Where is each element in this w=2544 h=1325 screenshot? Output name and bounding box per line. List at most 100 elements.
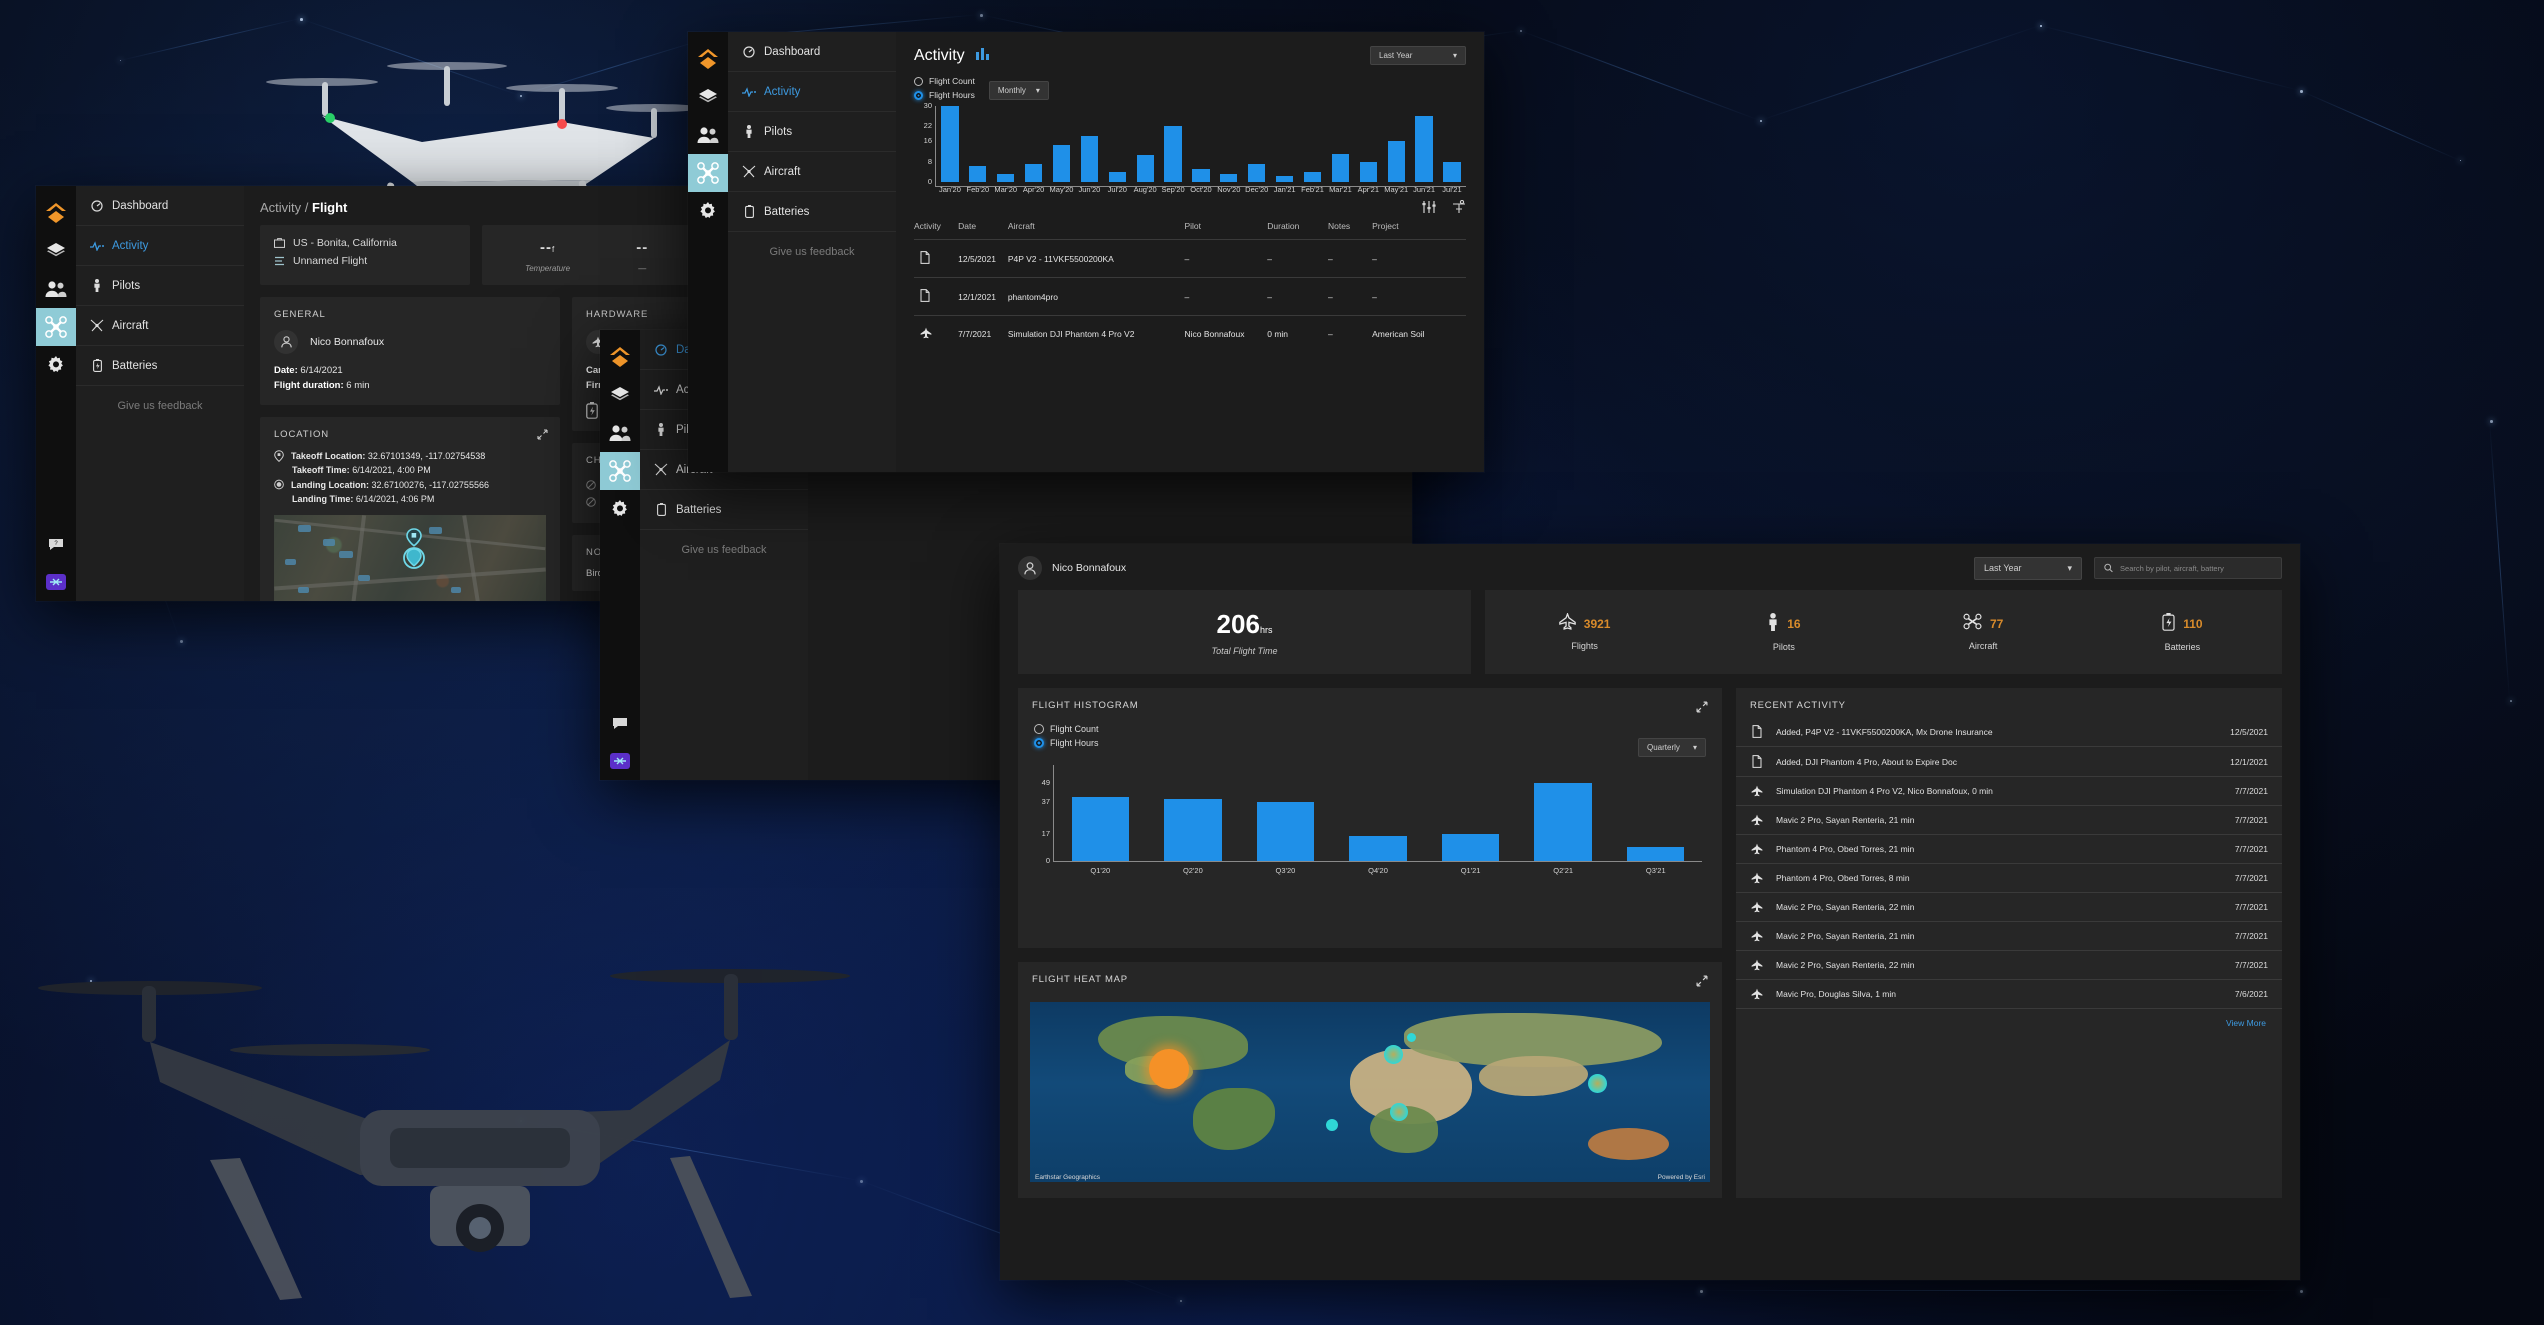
- rail-drone-app[interactable]: [600, 742, 640, 780]
- give-feedback-link[interactable]: Give us feedback: [640, 530, 808, 570]
- table-column-header[interactable]: Activity: [914, 221, 958, 240]
- sidebar-item-activity[interactable]: Activity: [76, 226, 244, 266]
- bar-slot[interactable]: [1326, 106, 1354, 182]
- give-feedback-link[interactable]: Give us feedback: [76, 386, 244, 426]
- bar-slot[interactable]: [1382, 106, 1410, 182]
- sidebar-item-batteries[interactable]: Batteries: [640, 490, 808, 530]
- rail-drone[interactable]: [600, 452, 640, 490]
- table-column-header[interactable]: Aircraft: [1008, 221, 1185, 240]
- rail-people[interactable]: [36, 270, 76, 308]
- radio-flight-hours[interactable]: Flight Hours: [1034, 738, 1099, 748]
- list-item[interactable]: Added, P4P V2 - 11VKF5500200KA, Mx Drone…: [1736, 717, 2282, 747]
- sidebar-item-dashboard[interactable]: Dashboard: [76, 186, 244, 226]
- table-column-header[interactable]: Duration: [1267, 221, 1328, 240]
- list-item[interactable]: Mavic Pro, Douglas Silva, 1 min7/6/2021: [1736, 980, 2282, 1009]
- flight-minimap[interactable]: Maxar Powered by Esri: [274, 515, 546, 601]
- rail-people[interactable]: [600, 414, 640, 452]
- bar-slot[interactable]: [1131, 106, 1159, 182]
- brand-logo[interactable]: [600, 338, 640, 376]
- bar-slot[interactable]: [1332, 773, 1425, 861]
- sidebar-item-batteries[interactable]: Batteries: [76, 346, 244, 386]
- sidebar-item-aircraft[interactable]: Aircraft: [76, 306, 244, 346]
- bar-slot[interactable]: [1103, 106, 1131, 182]
- table-row[interactable]: 12/1/2021phantom4pro––––: [914, 278, 1466, 316]
- bar-slot[interactable]: [936, 106, 964, 182]
- world-heatmap[interactable]: Earthstar Geographics Powered by Esri: [1030, 1002, 1710, 1182]
- list-item[interactable]: Mavic 2 Pro, Sayan Renteria, 21 min7/7/2…: [1736, 922, 2282, 951]
- bar-chart-icon[interactable]: [975, 46, 991, 66]
- list-item[interactable]: Added, DJI Phantom 4 Pro, About to Expir…: [1736, 747, 2282, 777]
- rail-help[interactable]: [600, 704, 640, 742]
- search-box[interactable]: [2094, 557, 2282, 579]
- columns-settings-icon[interactable]: [1452, 200, 1466, 219]
- stat-cell-aircraft[interactable]: 77Aircraft: [1884, 590, 2083, 674]
- rail-layers[interactable]: [600, 376, 640, 414]
- rail-help[interactable]: ?: [36, 525, 76, 563]
- brand-logo[interactable]: [688, 40, 728, 78]
- radio-flight-count[interactable]: Flight Count: [914, 76, 975, 86]
- table-column-header[interactable]: Notes: [1328, 221, 1372, 240]
- stat-cell-batteries[interactable]: 110Batteries: [2083, 590, 2282, 674]
- rail-drone-app[interactable]: [36, 563, 76, 601]
- sidebar-item-activity[interactable]: Activity: [728, 72, 896, 112]
- table-column-header[interactable]: Date: [958, 221, 1008, 240]
- bar-slot[interactable]: [1020, 106, 1048, 182]
- range-select[interactable]: Last Year ▾: [1974, 557, 2082, 580]
- stat-cell-flights[interactable]: 3921Flights: [1485, 590, 1684, 674]
- stat-cell-pilots[interactable]: 16Pilots: [1684, 590, 1883, 674]
- bar-slot[interactable]: [1271, 106, 1299, 182]
- table-row[interactable]: 7/7/2021Simulation DJI Phantom 4 Pro V2N…: [914, 316, 1466, 353]
- bar-slot[interactable]: [1354, 106, 1382, 182]
- breadcrumb-parent[interactable]: Activity: [260, 200, 301, 215]
- bar-slot[interactable]: [1424, 773, 1517, 861]
- bar-slot[interactable]: [1410, 106, 1438, 182]
- radio-flight-count[interactable]: Flight Count: [1034, 724, 1099, 734]
- rail-people[interactable]: [688, 116, 728, 154]
- interval-select[interactable]: Quarterly ▾: [1638, 738, 1706, 757]
- bar-slot[interactable]: [1239, 773, 1332, 861]
- rail-layers[interactable]: [688, 78, 728, 116]
- table-column-header[interactable]: Project: [1372, 221, 1466, 240]
- bar-slot[interactable]: [1159, 106, 1187, 182]
- rail-layers[interactable]: [36, 232, 76, 270]
- radio-flight-hours[interactable]: Flight Hours: [914, 90, 975, 100]
- sidebar-item-pilots[interactable]: Pilots: [76, 266, 244, 306]
- interval-select[interactable]: Monthly ▾: [989, 81, 1049, 100]
- list-item[interactable]: Mavic 2 Pro, Sayan Renteria, 21 min7/7/2…: [1736, 806, 2282, 835]
- list-item[interactable]: Simulation DJI Phantom 4 Pro V2, Nico Bo…: [1736, 777, 2282, 806]
- table-row[interactable]: 12/5/2021P4P V2 - 11VKF5500200KA––––: [914, 240, 1466, 278]
- rail-drone[interactable]: [688, 154, 728, 192]
- sidebar-item-batteries[interactable]: Batteries: [728, 192, 896, 232]
- bar-slot[interactable]: [1187, 106, 1215, 182]
- bar-slot[interactable]: [1517, 773, 1610, 861]
- filter-sliders-icon[interactable]: [1422, 200, 1436, 219]
- sidebar-item-aircraft[interactable]: Aircraft: [728, 152, 896, 192]
- bar-slot[interactable]: [1048, 106, 1076, 182]
- bar-slot[interactable]: [992, 106, 1020, 182]
- rail-settings[interactable]: [600, 490, 640, 528]
- rail-drone[interactable]: [36, 308, 76, 346]
- bar-slot[interactable]: [1054, 773, 1147, 861]
- user-chip[interactable]: Nico Bonnafoux: [1018, 556, 1126, 580]
- sidebar-item-pilots[interactable]: Pilots: [728, 112, 896, 152]
- bar-slot[interactable]: [964, 106, 992, 182]
- list-item[interactable]: Phantom 4 Pro, Obed Torres, 21 min7/7/20…: [1736, 835, 2282, 864]
- rail-settings[interactable]: [36, 346, 76, 384]
- list-item[interactable]: Mavic 2 Pro, Sayan Renteria, 22 min7/7/2…: [1736, 951, 2282, 980]
- list-item[interactable]: Mavic 2 Pro, Sayan Renteria, 22 min7/7/2…: [1736, 893, 2282, 922]
- expand-icon[interactable]: [537, 427, 548, 445]
- bar-slot[interactable]: [1075, 106, 1103, 182]
- bar-slot[interactable]: [1299, 106, 1327, 182]
- expand-icon[interactable]: [1682, 688, 1722, 718]
- brand-logo[interactable]: [36, 194, 76, 232]
- table-column-header[interactable]: Pilot: [1184, 221, 1267, 240]
- range-select[interactable]: Last Year ▾: [1370, 46, 1466, 65]
- sidebar-item-dashboard[interactable]: Dashboard: [728, 32, 896, 72]
- rail-settings[interactable]: [688, 192, 728, 230]
- bar-slot[interactable]: [1609, 773, 1702, 861]
- bar-slot[interactable]: [1147, 773, 1240, 861]
- bar-slot[interactable]: [1243, 106, 1271, 182]
- bar-slot[interactable]: [1215, 106, 1243, 182]
- list-item[interactable]: Phantom 4 Pro, Obed Torres, 8 min7/7/202…: [1736, 864, 2282, 893]
- expand-icon[interactable]: [1682, 962, 1722, 992]
